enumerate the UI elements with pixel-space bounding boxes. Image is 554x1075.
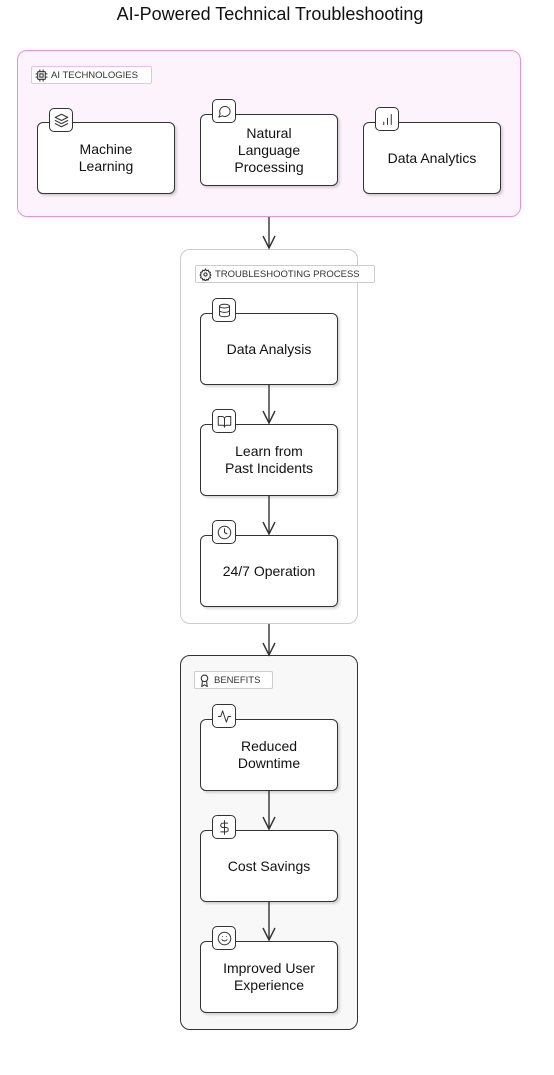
connectors <box>262 217 276 942</box>
diagram-canvas: AI-Powered Technical Troubleshooting AI … <box>0 0 554 1075</box>
arrow-cost-to-experience <box>262 902 276 942</box>
arrow-ai-to-process <box>262 217 276 250</box>
arrow-process-to-benefits <box>262 624 276 657</box>
arrow-learn-to-operation <box>262 496 276 536</box>
arrow-data-analysis-to-learn <box>262 385 276 425</box>
arrow-downtime-to-cost <box>262 791 276 831</box>
